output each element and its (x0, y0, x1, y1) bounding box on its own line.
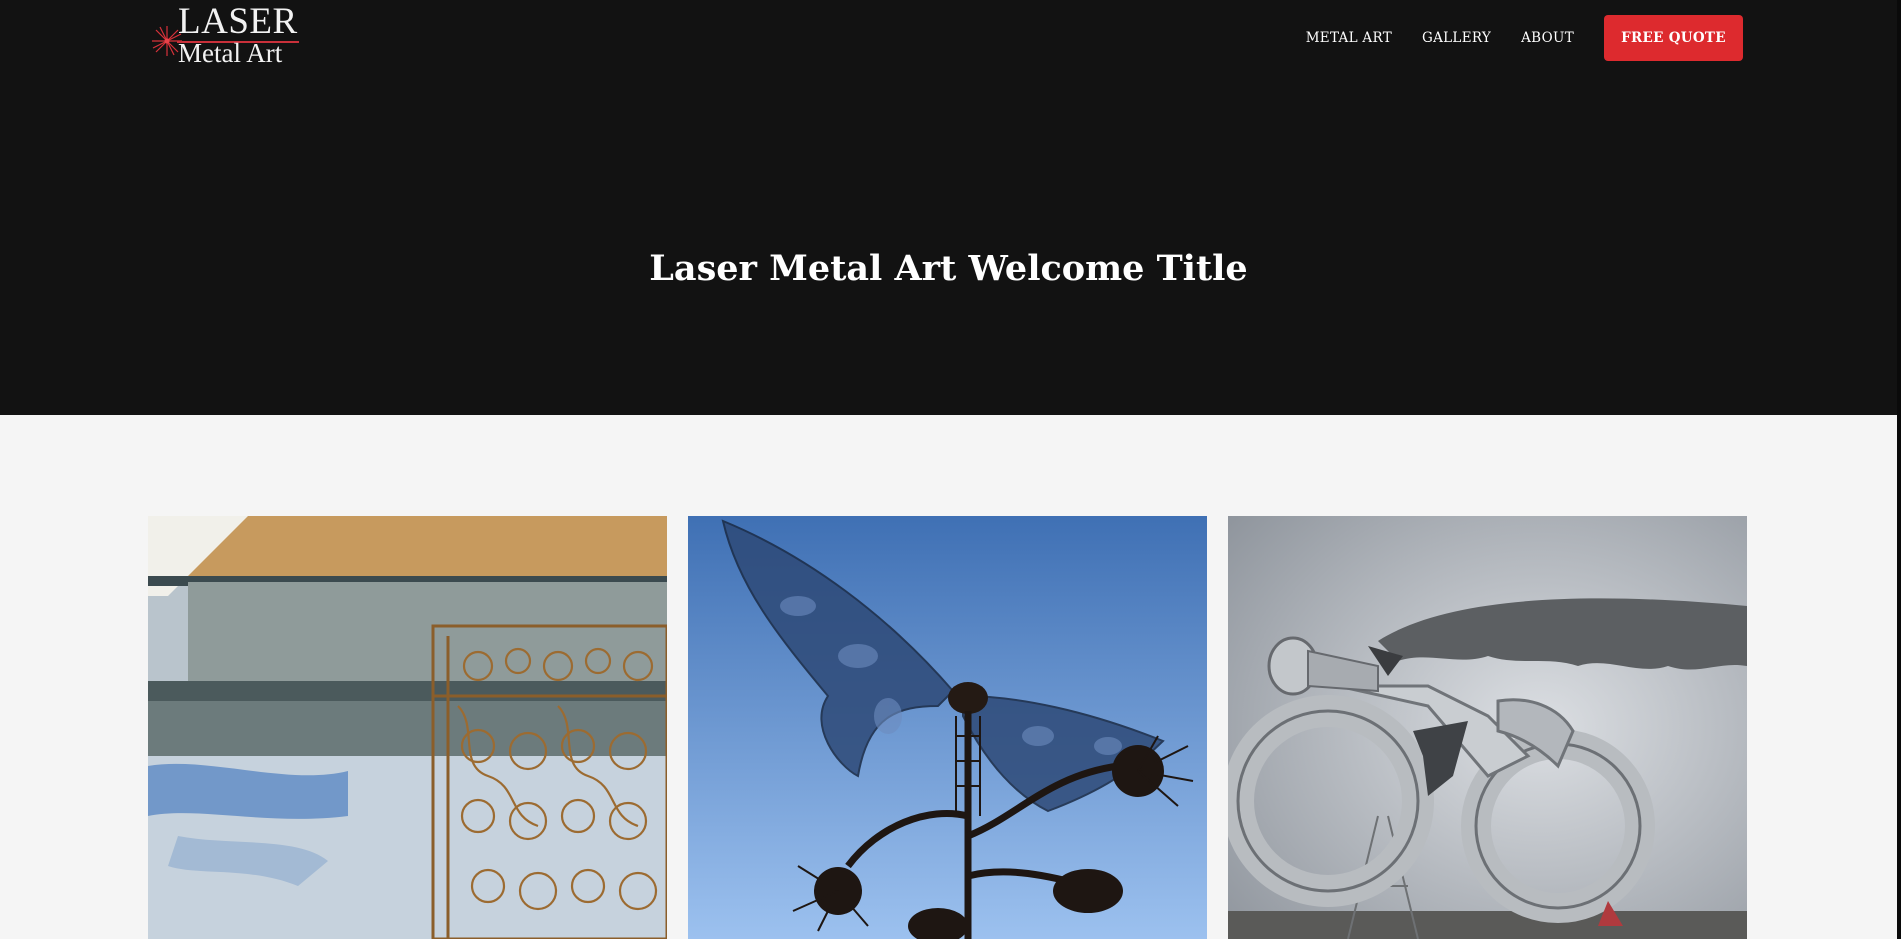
logo-line-2: Metal Art (178, 38, 283, 68)
motorcycle-sculpture-photo (1228, 516, 1747, 939)
hero-title: Laser Metal Art Welcome Title (649, 248, 1248, 290)
main-nav: METAL ART GALLERY ABOUT FREE QUOTE (1306, 15, 1743, 61)
gallery-card-butterfly[interactable] (688, 516, 1207, 939)
nav-link-gallery[interactable]: GALLERY (1422, 30, 1491, 46)
gallery-card-scroll-box[interactable] (148, 516, 667, 939)
free-quote-button[interactable]: FREE QUOTE (1604, 15, 1743, 61)
hero-header: LASER Metal Art METAL ART GALLERY ABOUT … (0, 0, 1897, 415)
site-logo[interactable]: LASER Metal Art (150, 1, 302, 68)
page-edge (1897, 0, 1901, 939)
scroll-box-photo (148, 516, 667, 939)
nav-link-about[interactable]: ABOUT (1521, 30, 1574, 46)
gallery-cards (148, 516, 1748, 939)
page: LASER Metal Art METAL ART GALLERY ABOUT … (0, 0, 1901, 939)
butterfly-sculpture-photo (688, 516, 1207, 939)
nav-link-metal-art[interactable]: METAL ART (1306, 30, 1392, 46)
gallery-card-motorcycle[interactable] (1228, 516, 1747, 939)
logo-line-1: LASER (178, 1, 298, 42)
